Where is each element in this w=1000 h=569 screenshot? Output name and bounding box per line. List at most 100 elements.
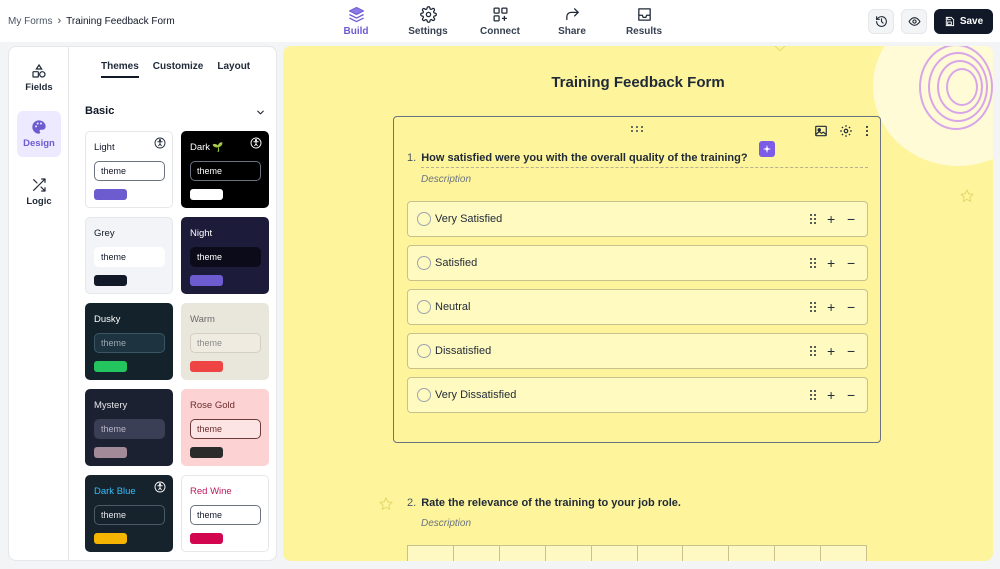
tab-settings[interactable]: Settings xyxy=(392,4,464,40)
rating-cell[interactable] xyxy=(545,546,592,561)
theme-card-night[interactable]: Night theme xyxy=(181,217,269,294)
breadcrumb-my-forms[interactable]: My Forms xyxy=(8,16,52,27)
rating-scale[interactable] xyxy=(407,545,867,561)
theme-card-mystery[interactable]: Mystery theme xyxy=(85,389,173,466)
option-dissatisfied[interactable]: Dissatisfied + − xyxy=(407,333,868,369)
form-title[interactable]: Training Feedback Form xyxy=(283,74,993,91)
layers-icon xyxy=(348,6,364,23)
option-label[interactable]: Neutral xyxy=(435,301,470,313)
question-description[interactable]: Description xyxy=(421,518,471,529)
option-label[interactable]: Very Satisfied xyxy=(435,213,502,225)
radio-button[interactable] xyxy=(417,388,431,402)
rating-cell[interactable] xyxy=(775,546,822,561)
gear-icon[interactable] xyxy=(839,124,853,138)
more-vertical-icon[interactable] xyxy=(860,124,874,138)
add-option-button[interactable]: + xyxy=(827,256,835,270)
rating-cell[interactable] xyxy=(591,546,638,561)
rating-cell[interactable] xyxy=(499,546,546,561)
theme-card-grey[interactable]: Grey theme xyxy=(85,217,173,294)
radio-button[interactable] xyxy=(417,256,431,270)
save-button[interactable]: Save xyxy=(934,9,993,34)
tab-build[interactable]: Build xyxy=(320,4,392,40)
drag-handle-icon[interactable] xyxy=(809,389,817,401)
question-title[interactable]: 1. How satisfied were you with the overal… xyxy=(407,152,748,164)
theme-card-dusky[interactable]: Dusky theme xyxy=(85,303,173,380)
rail-item-design[interactable]: Design xyxy=(17,111,61,157)
gear-icon xyxy=(419,6,437,23)
theme-card-warm[interactable]: Warm theme xyxy=(181,303,269,380)
preview-button[interactable] xyxy=(901,9,927,34)
rating-cell[interactable] xyxy=(453,546,500,561)
ai-sparkle-button[interactable] xyxy=(759,141,775,157)
theme-name-label: Warm xyxy=(190,314,215,325)
add-option-button[interactable]: + xyxy=(827,388,835,402)
question-number: 2. xyxy=(407,497,417,509)
theme-name-label: Dark xyxy=(190,142,211,153)
theme-preview-input: theme xyxy=(94,419,165,439)
question-text: How satisfied were you with the overall … xyxy=(421,152,748,164)
add-option-button[interactable]: + xyxy=(827,300,835,314)
option-very-dissatisfied[interactable]: Very Dissatisfied + − xyxy=(407,377,868,413)
add-option-button[interactable]: + xyxy=(827,212,835,226)
rating-cell[interactable] xyxy=(408,546,454,561)
sparkle-icon xyxy=(762,144,772,154)
rating-cell[interactable] xyxy=(729,546,776,561)
save-icon xyxy=(945,16,954,27)
radio-button[interactable] xyxy=(417,344,431,358)
drag-handle-icon[interactable] xyxy=(809,213,817,225)
subtab-customize[interactable]: Customize xyxy=(153,61,204,78)
subtab-themes[interactable]: Themes xyxy=(101,61,139,78)
option-satisfied[interactable]: Satisfied + − xyxy=(407,245,868,281)
theme-card-dark[interactable]: Dark 🌱 theme xyxy=(181,131,269,208)
drag-handle-icon[interactable] xyxy=(809,257,817,269)
option-very-satisfied[interactable]: Very Satisfied + − xyxy=(407,201,868,237)
rail-label: Fields xyxy=(25,82,53,93)
option-label[interactable]: Satisfied xyxy=(435,257,477,269)
rating-cell[interactable] xyxy=(821,546,867,561)
question-underline xyxy=(421,167,868,168)
question-title[interactable]: 2. Rate the relevance of the training to … xyxy=(407,497,681,509)
inbox-icon xyxy=(637,8,651,21)
theme-card-red-wine[interactable]: Red Wine theme xyxy=(181,475,269,552)
theme-card-light[interactable]: Light theme xyxy=(85,131,173,208)
rail-item-fields[interactable]: Fields xyxy=(17,55,61,101)
drag-handle-icon[interactable] xyxy=(630,125,644,133)
image-icon[interactable] xyxy=(814,124,828,138)
option-neutral[interactable]: Neutral + − xyxy=(407,289,868,325)
add-option-button[interactable]: + xyxy=(827,344,835,358)
main-nav: Build Settings Connect Share Results xyxy=(320,4,680,40)
remove-option-button[interactable]: − xyxy=(847,256,855,270)
remove-option-button[interactable]: − xyxy=(847,300,855,314)
question-card-1[interactable]: 1. How satisfied were you with the overal… xyxy=(393,116,881,443)
question-number: 1. xyxy=(407,152,417,164)
rating-cell[interactable] xyxy=(683,546,730,561)
shapes-icon xyxy=(32,63,46,78)
drag-handle-icon[interactable] xyxy=(809,345,817,357)
theme-name-label: Dark Blue xyxy=(94,486,136,497)
question-description[interactable]: Description xyxy=(421,174,471,185)
tab-share[interactable]: Share xyxy=(536,4,608,40)
rating-cell[interactable] xyxy=(637,546,684,561)
remove-option-button[interactable]: − xyxy=(847,344,855,358)
remove-option-button[interactable]: − xyxy=(847,388,855,402)
radio-button[interactable] xyxy=(417,300,431,314)
theme-card-rose-gold[interactable]: Rose Gold theme xyxy=(181,389,269,466)
tab-connect[interactable]: Connect xyxy=(464,4,536,40)
subtab-layout[interactable]: Layout xyxy=(217,61,250,78)
history-button[interactable] xyxy=(868,9,894,34)
radio-button[interactable] xyxy=(417,212,431,226)
rail-item-logic[interactable]: Logic xyxy=(17,169,61,215)
theme-name: Warm xyxy=(190,314,215,325)
option-label[interactable]: Very Dissatisfied xyxy=(435,389,516,401)
share-icon xyxy=(565,8,579,21)
accessibility-icon xyxy=(250,136,262,149)
theme-name: Night xyxy=(190,228,212,239)
option-label[interactable]: Dissatisfied xyxy=(435,345,491,357)
form-canvas: Training Feedback Form 1. How satisfied w… xyxy=(283,46,993,561)
tab-results[interactable]: Results xyxy=(608,4,680,40)
remove-option-button[interactable]: − xyxy=(847,212,855,226)
chevron-down-icon[interactable] xyxy=(255,107,266,118)
drag-handle-icon[interactable] xyxy=(809,301,817,313)
theme-accent-swatch xyxy=(94,533,127,544)
theme-card-dark-blue[interactable]: Dark Blue theme xyxy=(85,475,173,552)
